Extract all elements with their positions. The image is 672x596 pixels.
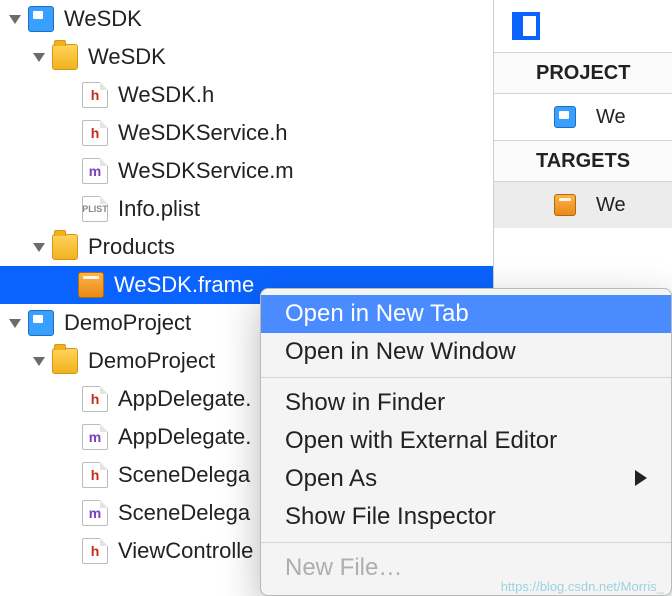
- project-icon: [28, 310, 54, 336]
- submenu-indicator: [635, 465, 647, 493]
- project-section-header: PROJECT: [494, 52, 672, 94]
- plist-file-icon: PLIST: [82, 196, 108, 222]
- disclosure-triangle-icon[interactable]: [30, 352, 48, 370]
- editor-layout-bar: [494, 0, 672, 52]
- framework-target-icon: [554, 194, 576, 216]
- nav-item-label: WeSDK.h: [118, 82, 493, 108]
- nav-item-label: Info.plist: [118, 196, 493, 222]
- menu-item-label: Open As: [285, 465, 377, 493]
- disclosure-triangle-icon[interactable]: [30, 48, 48, 66]
- nav-folder-products[interactable]: Products: [0, 228, 493, 266]
- header-file-icon: h: [82, 538, 108, 564]
- nav-file-info-plist[interactable]: PLIST Info.plist: [0, 190, 493, 228]
- disclosure-triangle-icon[interactable]: [30, 238, 48, 256]
- nav-item-label: Products: [88, 234, 493, 260]
- nav-item-label: WeSDK: [88, 44, 493, 70]
- header-file-icon: h: [82, 120, 108, 146]
- targets-section-header: TARGETS: [494, 140, 672, 182]
- menu-open-as[interactable]: Open As: [261, 460, 671, 498]
- project-icon: [28, 6, 54, 32]
- nav-file-wesdkservice-m[interactable]: m WeSDKService.m: [0, 152, 493, 190]
- menu-item-label: Open in New Tab: [285, 300, 469, 328]
- menu-item-label: Open with External Editor: [285, 427, 557, 455]
- project-row[interactable]: We: [494, 94, 672, 140]
- menu-new-file: New File…: [261, 549, 671, 587]
- menu-show-in-finder[interactable]: Show in Finder: [261, 384, 671, 422]
- layout-mode-icon[interactable]: [512, 12, 540, 40]
- impl-file-icon: m: [82, 158, 108, 184]
- menu-separator: [261, 377, 671, 378]
- nav-item-label: WeSDKService.h: [118, 120, 493, 146]
- nav-file-wesdk-h[interactable]: h WeSDK.h: [0, 76, 493, 114]
- nav-file-wesdkservice-h[interactable]: h WeSDKService.h: [0, 114, 493, 152]
- target-row-label: We: [596, 194, 626, 217]
- menu-show-file-inspector[interactable]: Show File Inspector: [261, 498, 671, 536]
- header-file-icon: h: [82, 462, 108, 488]
- framework-icon: [78, 272, 104, 298]
- menu-separator: [261, 542, 671, 543]
- header-file-icon: h: [82, 82, 108, 108]
- disclosure-triangle-icon[interactable]: [6, 314, 24, 332]
- nav-folder-wesdk[interactable]: WeSDK: [0, 38, 493, 76]
- project-row-label: We: [596, 106, 626, 129]
- impl-file-icon: m: [82, 500, 108, 526]
- disclosure-triangle-icon[interactable]: [6, 10, 24, 28]
- folder-icon: [52, 44, 78, 70]
- target-row[interactable]: We: [494, 182, 672, 228]
- menu-item-label: Open in New Window: [285, 338, 516, 366]
- context-menu[interactable]: Open in New Tab Open in New Window Show …: [260, 288, 672, 596]
- xcode-window: WeSDK WeSDK h WeSDK.h h WeSDKService.h m…: [0, 0, 672, 596]
- menu-open-new-tab[interactable]: Open in New Tab: [261, 295, 671, 333]
- folder-icon: [52, 348, 78, 374]
- menu-item-label: New File…: [285, 554, 402, 582]
- header-file-icon: h: [82, 386, 108, 412]
- nav-item-label: WeSDK: [64, 6, 493, 32]
- menu-open-external-editor[interactable]: Open with External Editor: [261, 422, 671, 460]
- impl-file-icon: m: [82, 424, 108, 450]
- folder-icon: [52, 234, 78, 260]
- project-icon: [554, 106, 576, 128]
- menu-open-new-window[interactable]: Open in New Window: [261, 333, 671, 371]
- menu-item-label: Show File Inspector: [285, 503, 496, 531]
- chevron-right-icon: [635, 470, 647, 486]
- nav-project-wesdk[interactable]: WeSDK: [0, 0, 493, 38]
- menu-item-label: Show in Finder: [285, 389, 445, 417]
- nav-item-label: WeSDKService.m: [118, 158, 493, 184]
